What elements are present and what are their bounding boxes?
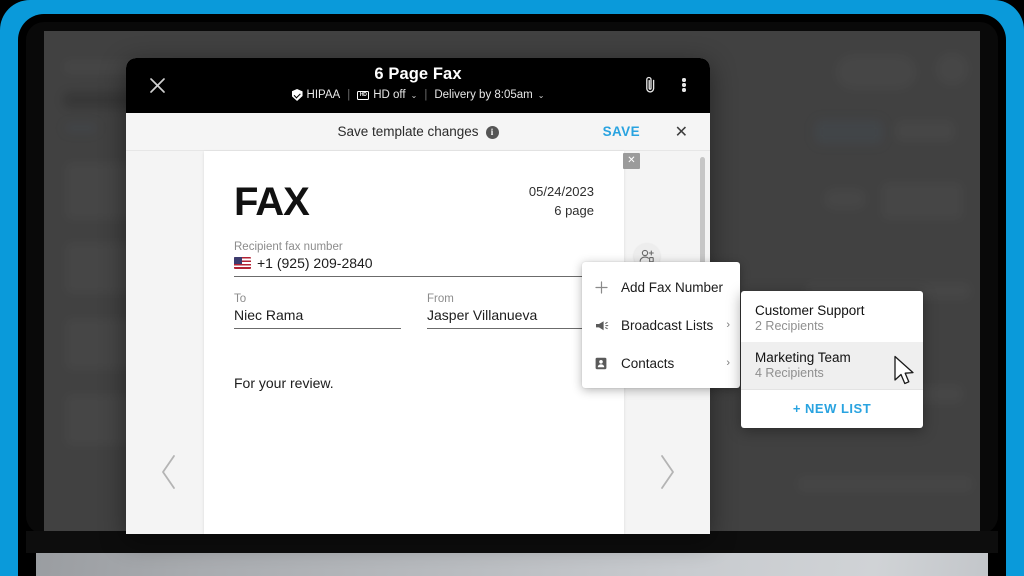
new-list-label: NEW LIST	[805, 401, 872, 416]
recipient-fax-label: Recipient fax number	[234, 241, 343, 253]
document-meta: 05/24/2023 6 page	[529, 183, 594, 221]
document-header-row: FAX 05/24/2023 6 page	[234, 180, 594, 224]
broadcast-list-recipients: 4 Recipients	[755, 366, 824, 380]
from-value: Jasper Villanueva	[427, 307, 594, 329]
save-template-message: Save template changes i	[337, 124, 499, 139]
to-from-row: To Niec Rama From Jasper Villanueva	[234, 293, 594, 329]
save-template-bar: Save template changes i SAVE ✕	[126, 113, 710, 151]
bg-blur-shape	[814, 119, 884, 145]
broadcast-list-item[interactable]: Customer Support 2 Recipients	[741, 295, 923, 342]
hd-toggle[interactable]: HD HD off ⌄	[357, 89, 417, 101]
meta-separator: |	[424, 89, 428, 101]
bg-blur-shape	[64, 123, 98, 133]
plus-icon	[595, 280, 615, 294]
recipient-fax-value: +1 (925) 209-2840	[257, 255, 373, 271]
menu-item-add-fax-number[interactable]: Add Fax Number	[582, 268, 740, 306]
kebab-menu-icon[interactable]	[670, 71, 698, 99]
recipient-fax-field[interactable]: Recipient fax number +1 (925) 209-2840	[234, 241, 594, 277]
screenshot-stage: 6 Page Fax HIPAA | HD HD off ⌄ | Deliver…	[0, 0, 1024, 576]
recipient-fax-value-row: +1 (925) 209-2840	[234, 255, 594, 277]
fax-document-page: ✕ FAX 05/24/2023 6 page Recipient fax nu…	[204, 151, 660, 534]
dismiss-save-bar-icon[interactable]: ✕	[675, 122, 688, 142]
hd-label: HD off	[373, 89, 406, 101]
paperclip-icon[interactable]	[636, 71, 664, 99]
fax-page-count: 6 page	[554, 202, 594, 218]
to-label: To	[234, 293, 247, 305]
meta-separator: |	[347, 89, 351, 101]
broadcast-list-item[interactable]: Marketing Team 4 Recipients	[741, 342, 923, 389]
broadcast-list-recipients: 2 Recipients	[755, 319, 824, 333]
header-actions	[636, 71, 698, 99]
menu-item-label: Broadcast Lists	[621, 317, 714, 333]
menu-item-label: Add Fax Number	[621, 279, 724, 295]
hd-badge-icon: HD	[357, 90, 370, 100]
save-button[interactable]: SAVE	[603, 124, 640, 139]
chevron-down-icon: ⌄	[537, 90, 545, 100]
document-body-text: For your review.	[234, 375, 334, 391]
new-list-button[interactable]: + NEW LIST	[741, 390, 923, 428]
info-icon[interactable]: i	[485, 125, 499, 139]
megaphone-icon	[595, 319, 615, 332]
bg-blur-shape	[880, 181, 964, 221]
bg-blur-shape	[822, 187, 868, 211]
page-title: 6 Page Fax	[374, 65, 462, 83]
menu-item-broadcast-lists[interactable]: Broadcast Lists ›	[582, 306, 740, 344]
header-meta-row: HIPAA | HD HD off ⌄ | Delivery by 8:05am…	[126, 89, 710, 101]
broadcast-list-name: Marketing Team	[755, 350, 851, 365]
to-field[interactable]: To Niec Rama	[234, 293, 401, 329]
menu-item-label: Contacts	[621, 355, 675, 371]
chevron-right-icon: ›	[726, 357, 730, 369]
to-value: Niec Rama	[234, 307, 401, 329]
from-label: From	[427, 293, 454, 305]
device-bottom-strip	[26, 531, 998, 553]
bg-blur-shape	[834, 53, 918, 91]
hipaa-badge: HIPAA	[291, 89, 341, 101]
from-field[interactable]: From Jasper Villanueva	[427, 293, 594, 329]
shield-check-icon	[291, 89, 303, 101]
chevron-down-icon: ⌄	[410, 90, 418, 100]
device-stand-base	[36, 553, 988, 576]
menu-item-contacts[interactable]: Contacts ›	[582, 344, 740, 382]
plus-icon: +	[792, 401, 801, 416]
recipient-context-menu: Add Fax Number Broadcast Lists › Contact…	[582, 262, 740, 388]
modal-header: 6 Page Fax HIPAA | HD HD off ⌄ | Deliver…	[126, 58, 710, 113]
bg-blur-shape	[894, 119, 956, 143]
broadcast-list-name: Customer Support	[755, 303, 865, 318]
delivery-label: Delivery by 8:05am	[434, 89, 533, 101]
contact-card-icon	[595, 357, 615, 370]
broadcast-lists-submenu: Customer Support 2 Recipients Marketing …	[741, 291, 923, 428]
page-close-icon[interactable]: ✕	[623, 153, 640, 169]
hipaa-label: HIPAA	[306, 89, 341, 101]
bg-blur-shape	[796, 475, 974, 493]
delivery-time-selector[interactable]: Delivery by 8:05am ⌄	[434, 89, 544, 101]
bg-blur-shape	[934, 51, 970, 87]
save-template-text: Save template changes	[337, 124, 479, 139]
us-flag-icon	[234, 257, 251, 269]
chevron-right-icon: ›	[726, 319, 730, 331]
next-page-button[interactable]	[656, 453, 678, 497]
previous-page-button[interactable]	[158, 453, 180, 497]
fax-date: 05/24/2023	[528, 184, 594, 199]
fax-heading: FAX	[234, 180, 310, 224]
